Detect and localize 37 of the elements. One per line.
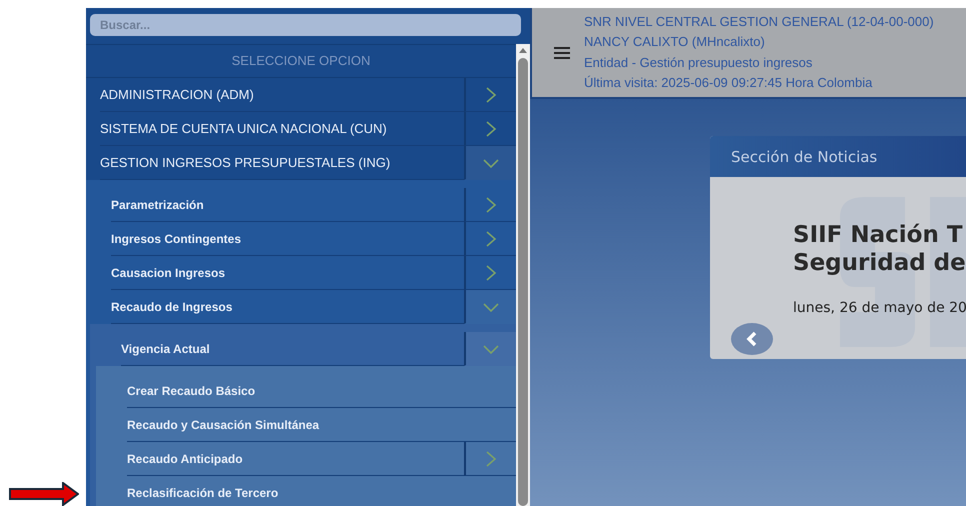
news-date: lunes, 26 de mayo de 20	[793, 300, 966, 316]
menu-item[interactable]: Recaudo de Ingresos	[111, 300, 232, 314]
header-info-text: Entidad - Gestión presupuesto ingresos	[584, 54, 814, 71]
chevron-down-icon[interactable]	[483, 300, 499, 312]
menu-item[interactable]: Crear Recaudo Básico	[127, 384, 256, 398]
scrollbar[interactable]	[516, 44, 530, 506]
header-info-text: NANCY CALIXTO (MHncalixto)	[584, 34, 766, 50]
chevron-right-icon[interactable]	[485, 120, 497, 136]
menu-item[interactable]: Ingresos Contingentes	[111, 232, 242, 246]
menu-item[interactable]: Vigencia Actual	[121, 342, 210, 356]
news-headline: Seguridad de	[793, 249, 966, 277]
search-field[interactable]: Buscar...	[90, 14, 521, 36]
chevron-right-icon[interactable]	[485, 450, 497, 466]
menu-item[interactable]: Recaudo Anticipado	[127, 452, 243, 466]
menu-item[interactable]: ADMINISTRACION (ADM)	[100, 87, 254, 102]
menu-item[interactable]: Reclasificación de Tercero	[127, 486, 278, 500]
chevron-down-icon[interactable]	[483, 156, 499, 168]
menu-item[interactable]: SISTEMA DE CUENTA UNICA NACIONAL (CUN)	[100, 121, 387, 136]
header-info-text: SNR NIVEL CENTRAL GESTION GENERAL (12-04-00-000)	[584, 14, 934, 30]
news-headline: SIIF Nación T	[793, 221, 964, 249]
previous-button[interactable]	[731, 323, 773, 355]
chevron-right-icon[interactable]	[485, 264, 497, 280]
menu-item[interactable]: GESTION INGRESOS PRESUPUESTALES (ING)	[100, 155, 390, 170]
header-info-text: Última visita: 2025-06-09 09:27:45 Hora Colombia	[584, 75, 874, 92]
menu-icon[interactable]	[554, 46, 570, 58]
menu-item[interactable]: Causacion Ingresos	[111, 266, 226, 280]
chevron-left-icon[interactable]	[746, 331, 758, 347]
scrollbar-thumb[interactable]	[518, 58, 528, 506]
card-title: Sección de Noticias	[731, 148, 878, 166]
arrow-icon	[9, 482, 79, 506]
chevron-right-icon[interactable]	[485, 86, 497, 102]
chevron-down-icon[interactable]	[483, 342, 499, 354]
chevron-right-icon[interactable]	[485, 196, 497, 212]
menu-item[interactable]: Recaudo y Causación Simultánea	[127, 418, 320, 432]
chevron-right-icon[interactable]	[485, 230, 497, 246]
menu-heading: SELECCIONE OPCION	[86, 44, 516, 78]
menu-item[interactable]: Parametrización	[111, 198, 204, 212]
